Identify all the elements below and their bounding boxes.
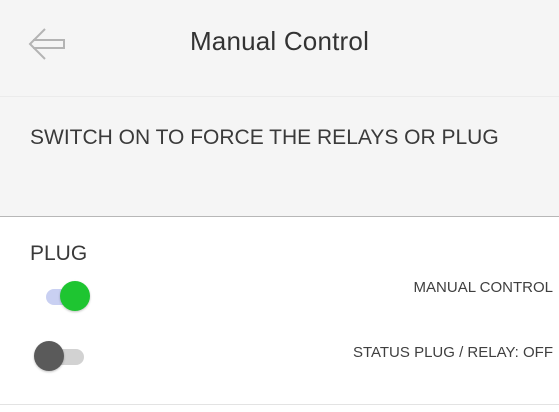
status-plug-relay-toggle[interactable] <box>32 340 92 374</box>
section-divider <box>0 216 559 217</box>
manual-control-screen: Manual Control SWITCH ON TO FORCE THE RE… <box>0 0 559 412</box>
manual-control-toggle[interactable] <box>34 280 94 314</box>
bottom-divider <box>0 404 559 405</box>
manual-control-label: MANUAL CONTROL <box>413 279 553 296</box>
app-header: Manual Control <box>0 0 559 96</box>
manual-control-toggle-thumb <box>60 281 90 311</box>
page-title: Manual Control <box>189 26 370 56</box>
status-plug-relay-label: STATUS PLUG / RELAY: OFF <box>352 344 553 361</box>
plug-section-title: PLUG <box>30 242 88 265</box>
status-toggle-thumb <box>34 341 64 371</box>
description-panel: SWITCH ON TO FORCE THE RELAYS OR PLUG <box>0 97 559 217</box>
description-text: SWITCH ON TO FORCE THE RELAYS OR PLUG <box>30 126 499 149</box>
